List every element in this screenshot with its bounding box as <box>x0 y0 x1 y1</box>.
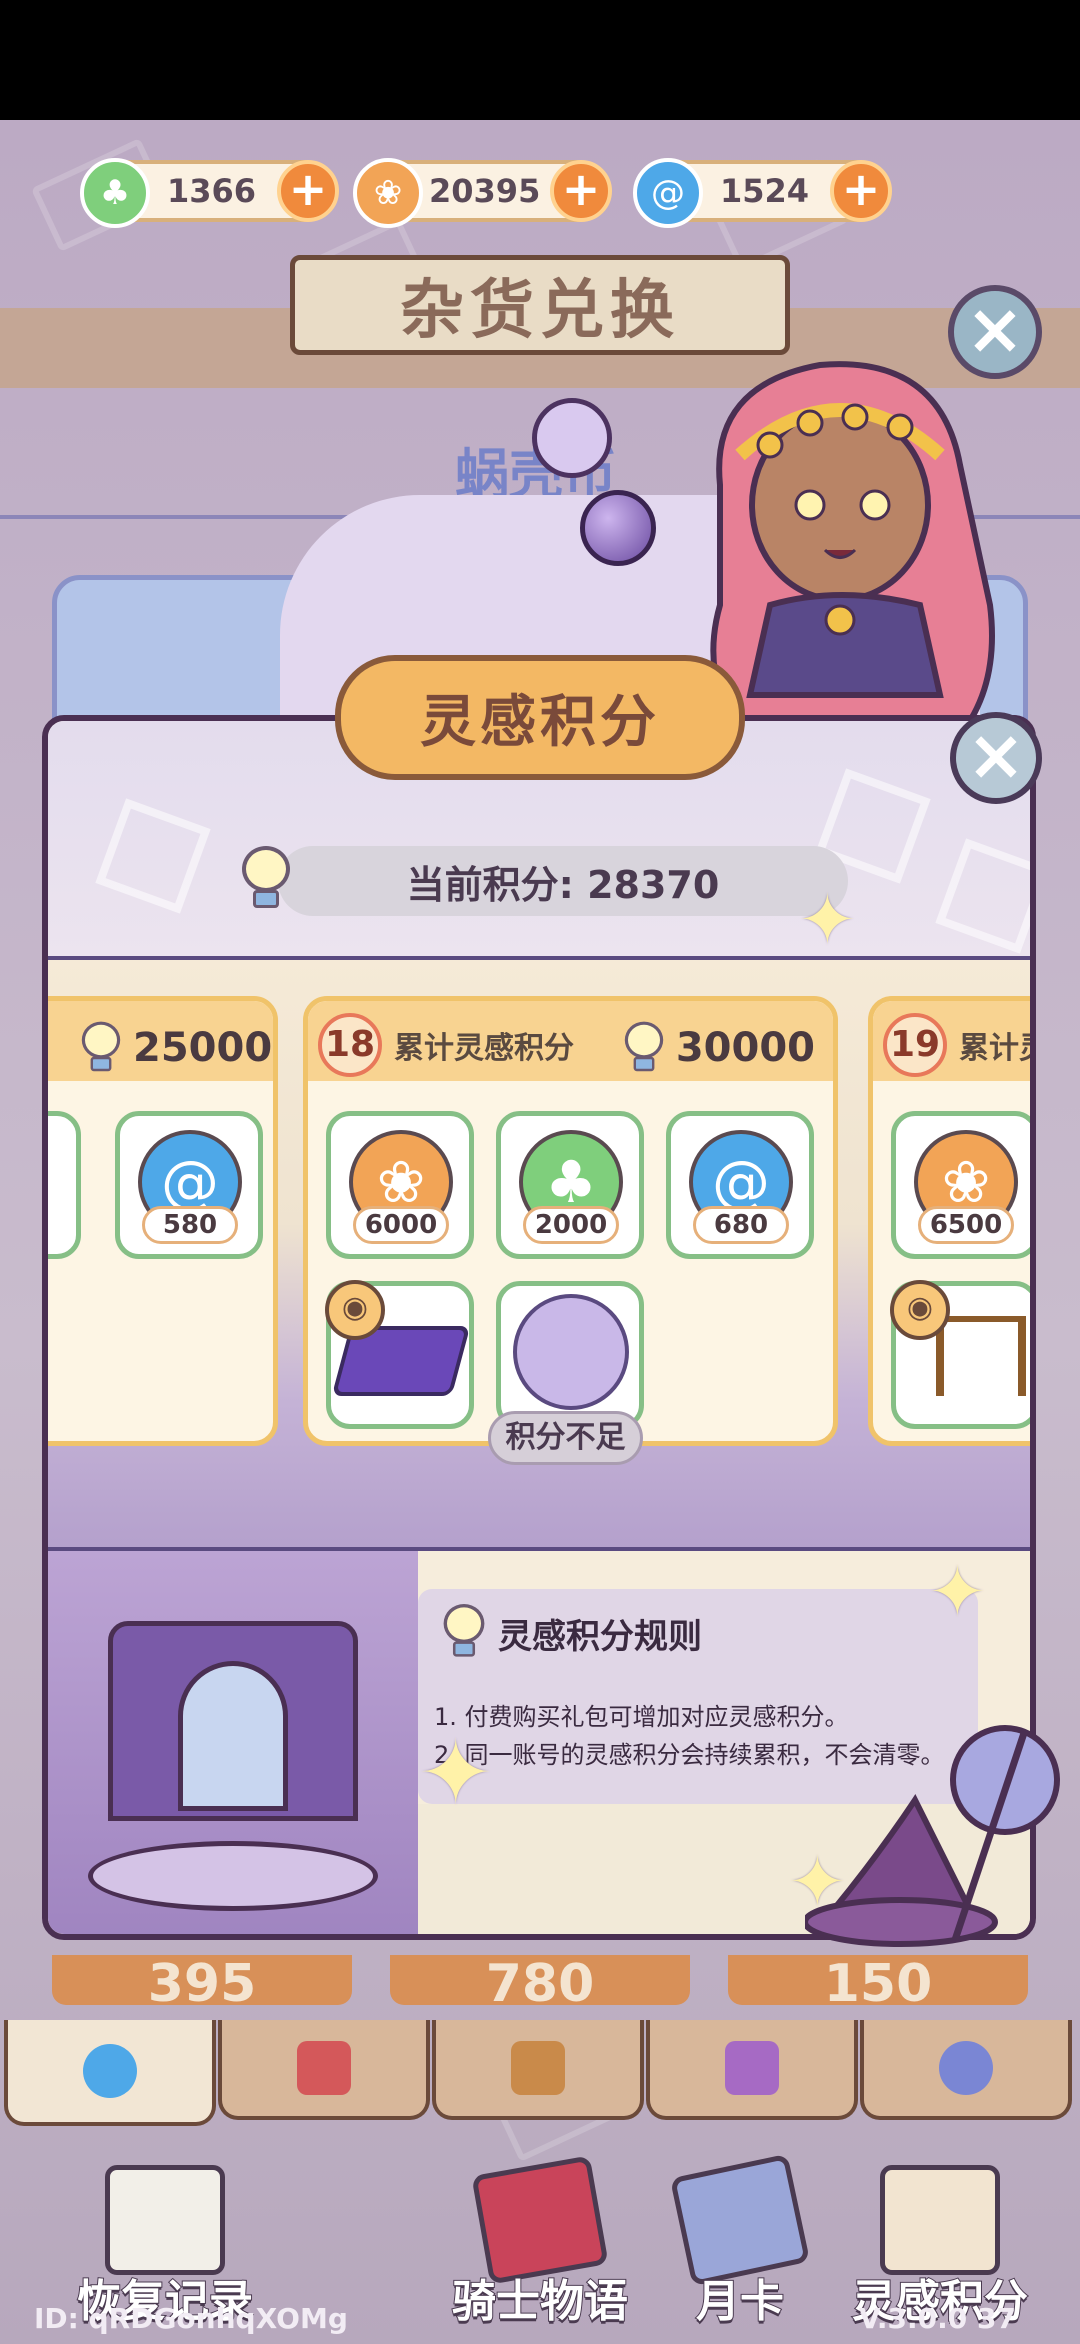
reward-item[interactable] <box>48 1111 81 1259</box>
player-id: ID: qRDGonhqXOMg <box>34 2302 348 2335</box>
tier-label: 累计灵感积分 <box>394 1031 574 1066</box>
add-swirl-button[interactable]: + <box>830 160 892 222</box>
reward-item[interactable] <box>496 1281 644 1429</box>
category-tabs <box>0 2020 1080 2126</box>
version-label: V.3.0.0 37 <box>858 2302 1016 2335</box>
item-quantity: 580 <box>142 1206 238 1244</box>
tab-decor[interactable] <box>646 2020 858 2120</box>
mystic-room-illustration <box>48 1551 418 1934</box>
swirl-icon <box>83 2044 137 2098</box>
reward-tier-card: 19 累计灵 ❀ 6500 ◉ <box>868 996 1030 1446</box>
reward-item[interactable]: @ 580 <box>115 1111 263 1259</box>
bulb-icon <box>880 2165 1000 2275</box>
clover-icon: ♣ <box>80 158 150 228</box>
nav-knight-story[interactable]: 骑士物语 <box>440 2155 640 2328</box>
price-tab[interactable]: 780 <box>390 1955 690 2005</box>
tier-level-badge: 19 <box>883 1013 947 1077</box>
gift-icon <box>511 2041 565 2095</box>
add-shell-button[interactable]: + <box>550 160 612 222</box>
reward-item[interactable]: ◉ <box>890 1280 1030 1429</box>
people-icon <box>939 2041 993 2095</box>
tier-requirement: 25000 <box>73 1015 272 1081</box>
sparkle-icon: ✦ <box>418 1721 494 1826</box>
reward-item[interactable]: ♣ 2000 <box>496 1111 644 1259</box>
bulb-icon <box>238 846 294 912</box>
currency-clover: ♣ 1366 + <box>80 158 339 228</box>
item-quantity: 2000 <box>523 1206 619 1244</box>
tier-label: 累计灵 <box>959 1031 1030 1066</box>
reward-tier-scroller[interactable]: 25000 @ 580 18 累计灵感积分 30000 ❀ 6000 ♣ 200… <box>48 956 1030 1551</box>
reward-item[interactable]: ❀ 6000 <box>326 1111 474 1259</box>
reward-tier-card: 25000 @ 580 <box>48 996 278 1446</box>
sparkle-icon: ✦ <box>788 1841 847 1923</box>
reward-item[interactable]: ◉ <box>325 1280 474 1429</box>
tile-icon <box>725 2041 779 2095</box>
nav-inspiration-points[interactable]: 灵感积分 <box>840 2165 1040 2328</box>
clipboard-icon <box>105 2165 225 2275</box>
item-quantity: 680 <box>693 1206 789 1244</box>
eye-icon[interactable]: ◉ <box>890 1280 950 1340</box>
currency-shell-value: 20395 <box>429 172 541 210</box>
reward-item[interactable]: @ 680 <box>666 1111 814 1259</box>
tab-friends[interactable] <box>860 2020 1072 2120</box>
shop-title: 杂货兑换 <box>400 274 680 348</box>
add-clover-button[interactable]: + <box>277 160 339 222</box>
tab-clothing[interactable] <box>218 2020 430 2120</box>
reward-item[interactable]: ❀ 6500 <box>891 1111 1030 1259</box>
sparkle-icon: ✦ <box>928 1551 987 1633</box>
bulb-icon <box>621 1021 666 1075</box>
tab-swirl[interactable] <box>4 2020 216 2126</box>
reward-tier-card: 18 累计灵感积分 30000 ❀ 6000 ♣ 2000 @ 680 ◉ <box>303 996 838 1446</box>
status-bar <box>0 0 1080 120</box>
modal-title: 灵感积分 <box>420 690 660 755</box>
rule-line: 1. 付费购买礼包可增加对应灵感积分。 <box>434 1703 849 1731</box>
tab-gift[interactable] <box>432 2020 644 2120</box>
nav-restore-records[interactable]: 恢复记录 <box>65 2165 265 2328</box>
crystal-orb-icon <box>532 398 612 478</box>
fence-icon <box>936 1316 1026 1396</box>
eye-icon[interactable]: ◉ <box>325 1280 385 1340</box>
cat-avatar-icon <box>513 1294 629 1410</box>
modal-title-banner: 灵感积分 <box>335 655 745 780</box>
item-quantity: 6500 <box>918 1206 1014 1244</box>
currency-swirl-value: 1524 <box>719 172 810 210</box>
tier-level-badge: 18 <box>318 1013 382 1077</box>
current-points-display: 当前积分: 28370 <box>242 846 848 916</box>
nav-monthly-card[interactable]: 月卡 <box>640 2153 840 2328</box>
sparkle-icon: ✦ <box>798 879 857 961</box>
price-tab[interactable]: 150 <box>728 1955 1028 2005</box>
item-quantity: 6000 <box>353 1206 449 1244</box>
modal-close-button[interactable]: × <box>950 712 1042 804</box>
bulb-icon <box>79 1021 124 1075</box>
shop-title-banner: 杂货兑换 <box>290 255 790 355</box>
price-tab[interactable]: 395 <box>52 1955 352 2005</box>
crystal-orb-icon <box>580 490 656 566</box>
shirt-icon <box>297 2041 351 2095</box>
shell-icon: ❀ <box>353 158 423 228</box>
insufficient-points-button[interactable]: 积分不足 <box>488 1411 643 1465</box>
currency-swirl: @ 1524 + <box>633 158 892 228</box>
currency-shell: ❀ 20395 + <box>353 158 612 228</box>
currency-clover-value: 1366 <box>166 172 257 210</box>
swirl-icon: @ <box>633 158 703 228</box>
rules-title: 灵感积分规则 <box>498 1617 702 1657</box>
bulb-icon <box>440 1603 488 1660</box>
current-points-label: 当前积分: 28370 <box>406 862 720 907</box>
tier-requirement: 30000 <box>616 1015 815 1081</box>
